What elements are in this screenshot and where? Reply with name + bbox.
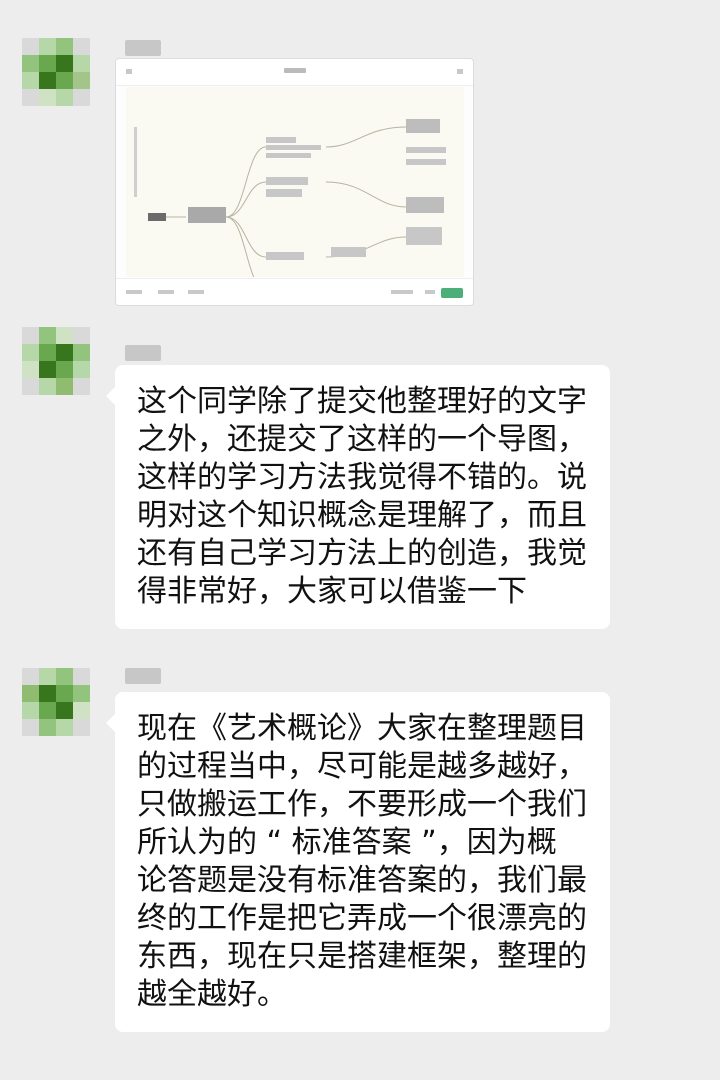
message-line: 只做搬运工作，不要形成一个我们 xyxy=(137,787,587,822)
avatar[interactable] xyxy=(22,38,90,106)
sender-name-blurred xyxy=(125,345,161,361)
message-line: 的过程当中，尽可能是越多越好， xyxy=(137,749,587,784)
message-bubble[interactable]: 现在《艺术概论》大家在整理题目 的过程当中，尽可能是越多越好， 只做搬运工作，不… xyxy=(106,692,610,1032)
message-line: 之外，还提交了这样的一个导图， xyxy=(137,422,587,457)
message-line: 越全越好。 xyxy=(137,977,287,1012)
message-line: 终的工作是把它弄成一个很漂亮的 xyxy=(137,901,587,936)
message-line: 明对这个知识概念是理解了，而且 xyxy=(137,498,587,533)
image-toolbar xyxy=(116,59,473,86)
mind-map-canvas xyxy=(126,87,464,293)
mind-map-image[interactable] xyxy=(115,58,474,306)
message-line: 这样的学习方法我觉得不错的。说 xyxy=(137,460,587,495)
message-line: 这个同学除了提交他整理好的文字 xyxy=(137,384,587,419)
message-line: 东西，现在只是搭建框架，整理的 xyxy=(137,939,587,974)
message-bubble[interactable]: 这个同学除了提交他整理好的文字 之外，还提交了这样的一个导图， 这样的学习方法我… xyxy=(106,365,610,629)
image-footer xyxy=(116,278,473,305)
message-line: 现在《艺术概论》大家在整理题目 xyxy=(137,711,587,746)
avatar[interactable] xyxy=(22,327,90,395)
confirm-button xyxy=(441,288,463,298)
message-line: 还有自己学习方法上的创造，我觉 xyxy=(137,536,587,571)
sender-name-blurred xyxy=(125,668,161,684)
message-line: 论答题是没有标准答案的，我们最 xyxy=(137,863,587,898)
avatar[interactable] xyxy=(22,668,90,736)
sender-name-blurred xyxy=(125,40,161,56)
message-line: 得非常好，大家可以借鉴一下 xyxy=(137,574,527,609)
message-line: 所认为的 “ 标准答案 ”，因为概 xyxy=(137,825,557,860)
